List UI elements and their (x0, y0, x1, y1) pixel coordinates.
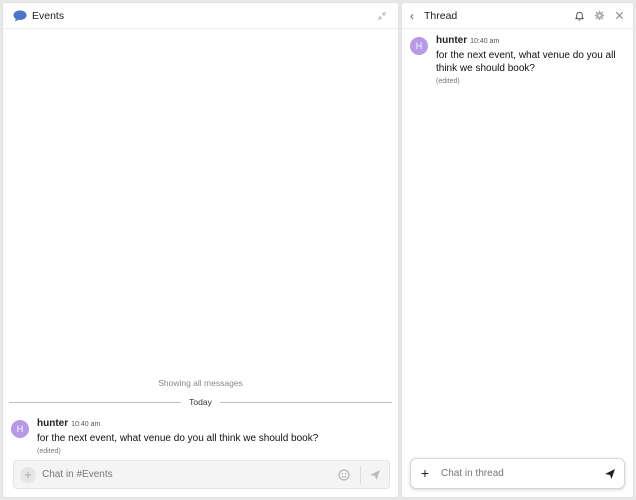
add-attachment-button[interactable]: + (20, 466, 36, 483)
channel-panel: Events Showing all messages Today H hunt… (2, 2, 399, 498)
day-label: Today (189, 397, 212, 407)
close-icon[interactable] (614, 10, 625, 21)
thread-panel: ‹ Thread H hunter 10:40 am for the next … (401, 2, 634, 498)
channel-composer: + (13, 460, 390, 489)
thread-header: ‹ Thread (402, 3, 633, 29)
avatar[interactable]: H (11, 420, 29, 438)
app: Events Showing all messages Today H hunt… (0, 0, 636, 500)
send-icon[interactable] (369, 469, 381, 481)
composer-divider (360, 465, 361, 484)
send-icon[interactable] (604, 468, 616, 480)
add-attachment-button[interactable]: + (417, 465, 433, 482)
avatar[interactable]: H (410, 37, 428, 55)
channel-message-area: Showing all messages Today H hunter 10:4… (3, 29, 398, 497)
collapse-icon[interactable] (376, 10, 388, 22)
channel-title: Events (32, 9, 65, 22)
thread-chat-input[interactable] (441, 468, 604, 479)
message-header: hunter 10:40 am (37, 418, 318, 429)
gear-icon[interactable] (594, 10, 605, 21)
channel-chat-input[interactable] (42, 469, 338, 480)
edited-label: (edited) (436, 78, 460, 85)
message-content: hunter 10:40 am for the next event, what… (436, 35, 626, 85)
channel-message[interactable]: H hunter 10:40 am for the next event, wh… (11, 418, 390, 455)
back-icon[interactable]: ‹ (410, 9, 420, 23)
message-time: 10:40 am (470, 38, 500, 45)
showing-all-messages: Showing all messages (158, 378, 243, 388)
divider-line (9, 401, 182, 403)
thread-composer: + (410, 458, 625, 489)
thread-title: Thread (424, 9, 458, 22)
message-content: hunter 10:40 am for the next event, what… (37, 418, 318, 455)
message-author[interactable]: hunter (37, 418, 68, 429)
divider-line (219, 401, 392, 403)
day-divider: Today (9, 397, 392, 407)
message-author[interactable]: hunter (436, 35, 467, 46)
edited-label: (edited) (37, 448, 61, 455)
message-time: 10:40 am (71, 421, 101, 428)
message-text: for the next event, what venue do you al… (436, 50, 616, 74)
message-header: hunter 10:40 am (436, 35, 626, 46)
emoji-icon[interactable] (338, 469, 350, 481)
bell-icon[interactable] (574, 10, 585, 21)
channel-header: Events (3, 3, 398, 29)
thread-message[interactable]: H hunter 10:40 am for the next event, wh… (410, 35, 625, 85)
message-text: for the next event, what venue do you al… (37, 433, 319, 444)
chat-bubble-icon (13, 9, 27, 21)
